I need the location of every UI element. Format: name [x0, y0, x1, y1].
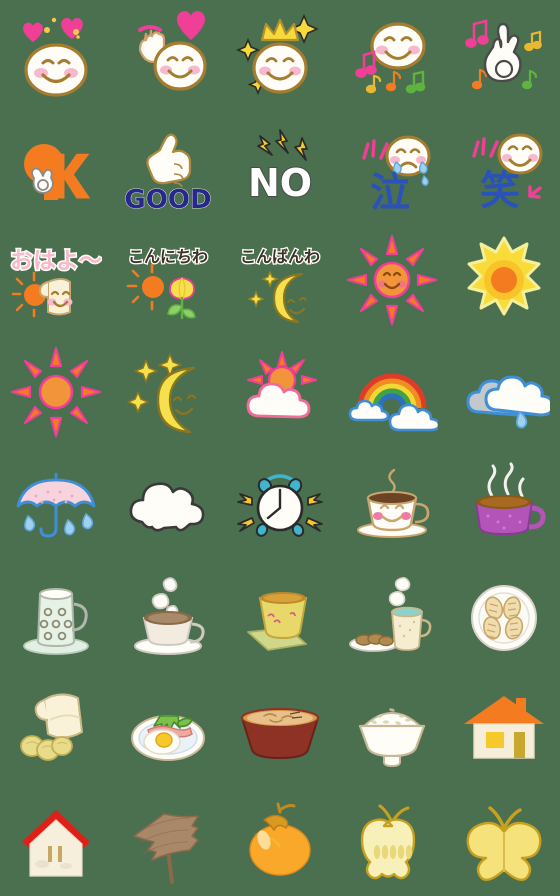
ok-hand-with-music-notes	[458, 10, 550, 102]
crescent-moon-sparkles	[122, 346, 214, 438]
sticker-cell-28[interactable]	[224, 560, 336, 672]
naku-kanji-crying: 泣	[346, 122, 438, 214]
sticker-cell-12[interactable]: こんにちわ	[112, 224, 224, 336]
sticker-cell-30[interactable]	[448, 560, 560, 672]
red-roof-house	[10, 794, 102, 886]
sticker-cell-9[interactable]: 泣	[336, 112, 448, 224]
sticker-cell-23[interactable]	[224, 448, 336, 560]
sticker-cell-18[interactable]	[224, 336, 336, 448]
sticker-cell-25[interactable]	[448, 448, 560, 560]
sticker-cell-17[interactable]	[112, 336, 224, 448]
yellow-butterfly	[458, 794, 550, 886]
miso-soup-bowl	[234, 682, 326, 774]
mug-with-cookies	[346, 570, 438, 662]
sun-pink-rays	[10, 346, 102, 438]
sticker-cell-40[interactable]	[448, 784, 560, 896]
sticker-cell-21[interactable]	[0, 448, 112, 560]
sticker-cell-19[interactable]	[336, 336, 448, 448]
toast-with-potatoes	[10, 682, 102, 774]
umbrella-with-rain	[10, 458, 102, 550]
sticker-cell-10[interactable]: 笑	[448, 112, 560, 224]
naku-kanji-label: 泣	[370, 170, 410, 214]
sticker-cell-11[interactable]: おはよ〜	[0, 224, 112, 336]
green-tea-cup	[234, 570, 326, 662]
sticker-cell-31[interactable]	[0, 672, 112, 784]
wooden-signboard	[122, 794, 214, 886]
bright-sun	[458, 234, 550, 326]
warau-kanji-label: 笑	[480, 168, 520, 214]
sticker-cell-4[interactable]	[336, 0, 448, 112]
sticker-cell-35[interactable]	[448, 672, 560, 784]
sticker-cell-34[interactable]	[336, 672, 448, 784]
no-text-sticker: NO	[234, 122, 326, 214]
rainbow-with-clouds	[346, 346, 438, 438]
ohayo-greeting: おはよ〜	[10, 234, 102, 326]
rain-cloud	[458, 346, 550, 438]
warau-kanji-laugh: 笑	[458, 122, 550, 214]
sticker-cell-14[interactable]	[336, 224, 448, 336]
konnichiwa-label: こんにちわ	[128, 247, 208, 266]
sticker-cell-13[interactable]: こんばんわ	[224, 224, 336, 336]
sticker-cell-38[interactable]	[224, 784, 336, 896]
face-with-crown-sparkles	[234, 10, 326, 102]
sticker-cell-15[interactable]	[448, 224, 560, 336]
sticker-cell-7[interactable]: GOOD	[112, 112, 224, 224]
mint-mug-on-saucer	[10, 570, 102, 662]
sticker-cell-24[interactable]	[336, 448, 448, 560]
orange-roof-house	[458, 682, 550, 774]
bowl-of-rice	[346, 682, 438, 774]
sticker-cell-22[interactable]	[112, 448, 224, 560]
face-waving-with-heart	[122, 10, 214, 102]
sticker-cell-6[interactable]: OK OK	[0, 112, 112, 224]
smiling-sun-pink	[346, 234, 438, 326]
ohayo-label: おはよ〜	[10, 248, 102, 274]
konbanwa-label: こんばんわ	[240, 247, 320, 266]
purple-mug-steaming	[458, 458, 550, 550]
sticker-cell-39[interactable]	[336, 784, 448, 896]
coffee-cup-steaming	[122, 570, 214, 662]
sticker-cell-8[interactable]: NO	[224, 112, 336, 224]
sticker-cell-20[interactable]	[448, 336, 560, 448]
smiling-teacup	[346, 458, 438, 550]
persimmon-fruit	[234, 794, 326, 886]
sticker-cell-1[interactable]	[0, 0, 112, 112]
smiling-face-with-hearts	[10, 10, 102, 102]
sticker-cell-2[interactable]	[112, 0, 224, 112]
sticker-grid: OK OK GOOD NO	[0, 0, 560, 896]
konnichiwa-greeting: こんにちわ	[122, 234, 214, 326]
sun-behind-cloud	[234, 346, 326, 438]
sticker-cell-3[interactable]	[224, 0, 336, 112]
plate-of-bread-rolls	[458, 570, 550, 662]
fried-egg-breakfast	[122, 682, 214, 774]
konbanwa-greeting: こんばんわ	[234, 234, 326, 326]
face-with-music-notes	[346, 10, 438, 102]
no-label: NO	[248, 161, 312, 205]
sticker-cell-36[interactable]	[0, 784, 112, 896]
sticker-cell-29[interactable]	[336, 560, 448, 672]
good-text-sticker: GOOD	[122, 122, 214, 214]
sticker-cell-32[interactable]	[112, 672, 224, 784]
ok-text-sticker: OK OK	[10, 122, 102, 214]
pale-apple-shape	[346, 794, 438, 886]
sticker-cell-27[interactable]	[112, 560, 224, 672]
sticker-cell-37[interactable]	[112, 784, 224, 896]
sticker-cell-16[interactable]	[0, 336, 112, 448]
good-label: GOOD	[124, 185, 211, 214]
alarm-clock-ringing	[234, 458, 326, 550]
sticker-cell-26[interactable]	[0, 560, 112, 672]
sticker-cell-5[interactable]	[448, 0, 560, 112]
sticker-cell-33[interactable]	[224, 672, 336, 784]
white-cloud	[122, 458, 214, 550]
